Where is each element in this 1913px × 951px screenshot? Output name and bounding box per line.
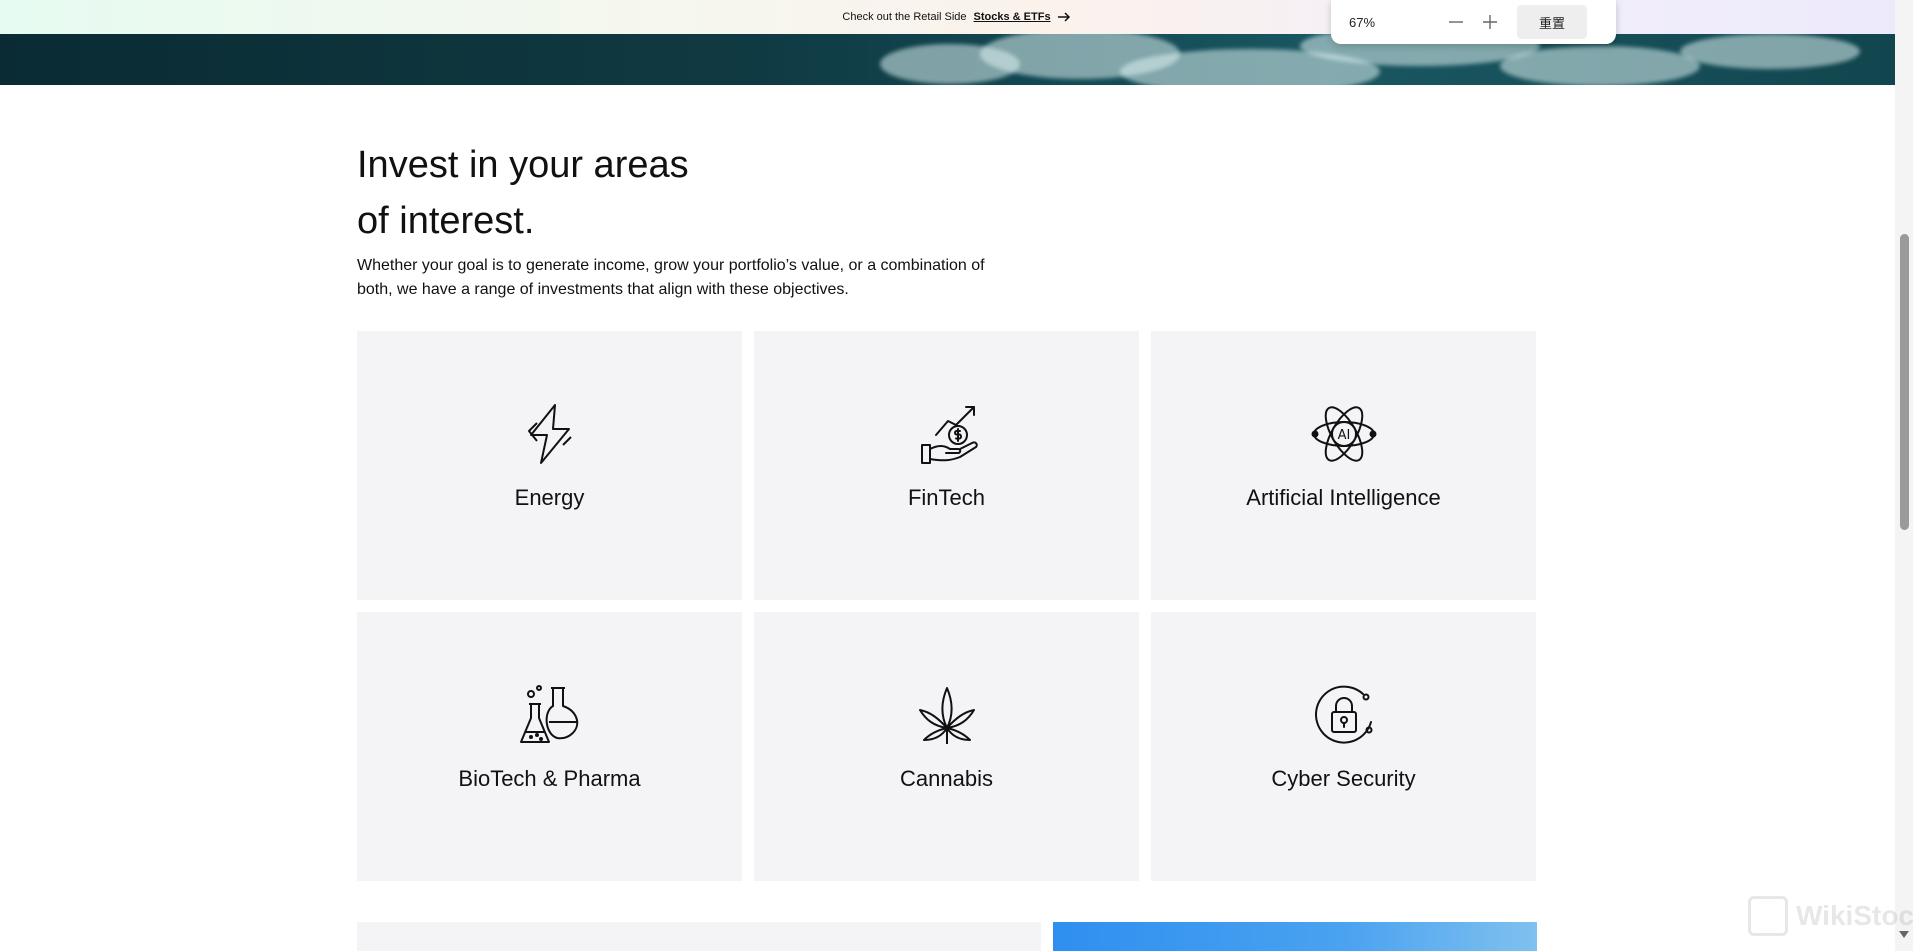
lightning-icon <box>517 401 583 467</box>
arrow-right-icon[interactable] <box>1057 12 1071 22</box>
stocks-etfs-link[interactable]: Stocks & ETFs <box>974 11 1051 23</box>
interest-cards-grid: Energy FinTech AI Artificial Intelligenc… <box>357 331 1537 881</box>
banner-text: Check out the Retail Side <box>842 11 967 23</box>
card-label: Cyber Security <box>1271 766 1416 791</box>
zoom-in-button[interactable] <box>1473 7 1507 37</box>
zoom-popover: 67% 重置 <box>1331 0 1616 44</box>
section-title-line2: of interest. <box>357 200 535 242</box>
zoom-out-button[interactable] <box>1439 7 1473 37</box>
flask-icon <box>517 682 583 748</box>
next-section-card <box>357 922 1041 951</box>
card-label: Energy <box>514 485 585 510</box>
plus-icon <box>1483 15 1497 29</box>
card-fintech[interactable]: FinTech <box>754 331 1139 600</box>
watermark-logo-icon <box>1748 896 1788 936</box>
watermark: WikiStock <box>1748 896 1913 936</box>
cannabis-leaf-icon <box>914 682 980 748</box>
announcement-banner: Check out the Retail Side Stocks & ETFs <box>0 0 1913 34</box>
section-description: Whether your goal is to generate income,… <box>357 254 1037 302</box>
section-title: Invest in your areas of interest. <box>357 137 977 249</box>
scrollbar-thumb[interactable] <box>1900 234 1909 530</box>
section-description-line1: Whether your goal is to generate income,… <box>357 257 985 274</box>
padlock-shield-icon <box>1311 682 1377 748</box>
next-section-image <box>1053 922 1537 951</box>
svg-text:AI: AI <box>1337 428 1350 443</box>
minus-icon <box>1449 21 1463 23</box>
zoom-reset-button[interactable]: 重置 <box>1517 5 1587 39</box>
card-biotech-pharma[interactable]: BioTech & Pharma <box>357 612 742 881</box>
card-label: Artificial Intelligence <box>1246 485 1441 510</box>
watermark-text: WikiStock <box>1796 900 1913 931</box>
card-cannabis[interactable]: Cannabis <box>754 612 1139 881</box>
hand-coin-growth-icon <box>914 401 980 467</box>
zoom-level: 67% <box>1349 14 1376 30</box>
card-artificial-intelligence[interactable]: AI Artificial Intelligence <box>1151 331 1536 600</box>
section-title-line1: Invest in your areas <box>357 144 689 186</box>
card-energy[interactable]: Energy <box>357 331 742 600</box>
card-label: Cannabis <box>900 766 993 791</box>
card-cyber-security[interactable]: Cyber Security <box>1151 612 1536 881</box>
section-description-line2: both, we have a range of investments tha… <box>357 281 849 298</box>
card-label: FinTech <box>907 485 986 510</box>
card-label: BioTech & Pharma <box>458 766 641 791</box>
ai-atom-icon: AI <box>1311 401 1377 467</box>
